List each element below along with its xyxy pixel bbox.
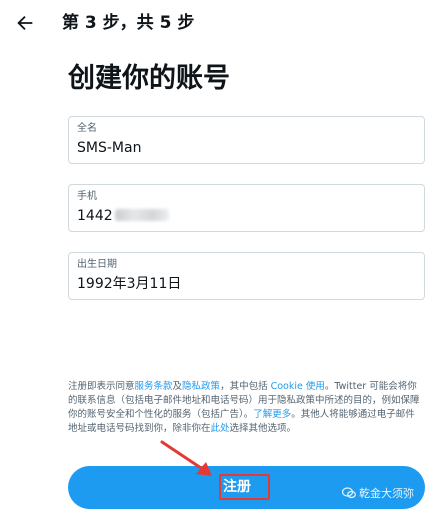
watermark-text: 乾金大须弥 [359, 487, 414, 500]
phone-value-row: 1442 [77, 207, 169, 225]
signup-button-label: 注册 [223, 479, 251, 495]
disclaimer-text: 注册即表示同意 [68, 381, 135, 392]
page-title: 创建你的账号 [68, 63, 230, 94]
learn-more-link[interactable]: 了解更多 [253, 409, 291, 420]
back-arrow-icon[interactable] [14, 12, 36, 34]
phone-value: 1442 [77, 208, 113, 224]
full-name-field[interactable]: 全名 SMS-Man [68, 116, 425, 164]
full-name-label: 全名 [77, 123, 97, 134]
terms-disclaimer: 注册即表示同意服务条款及隐私政策，其中包括 Cookie 使用。Twitter … [68, 380, 420, 436]
disclaimer-text: ，其中包括 [220, 381, 271, 392]
top-bar: 第 3 步，共 5 步 [0, 0, 432, 48]
watermark: 乾金大须弥 [342, 487, 414, 501]
here-link[interactable]: 此处 [211, 423, 230, 434]
phone-field[interactable]: 手机 1442 [68, 184, 425, 232]
wechat-icon [342, 487, 356, 499]
birthday-field[interactable]: 出生日期 1992年3月11日 [68, 252, 425, 300]
cookie-use-link[interactable]: Cookie 使用 [271, 381, 325, 392]
phone-label: 手机 [77, 191, 97, 202]
privacy-policy-link[interactable]: 隐私政策 [182, 381, 220, 392]
birthday-label: 出生日期 [77, 259, 117, 270]
disclaimer-text: 及 [172, 381, 183, 392]
step-indicator: 第 3 步，共 5 步 [62, 13, 195, 33]
redacted-digits [114, 209, 169, 221]
disclaimer-text: 选择其他选项。 [229, 423, 297, 434]
birthday-value: 1992年3月11日 [77, 276, 182, 292]
full-name-value: SMS-Man [77, 140, 142, 156]
terms-of-service-link[interactable]: 服务条款 [135, 381, 173, 392]
